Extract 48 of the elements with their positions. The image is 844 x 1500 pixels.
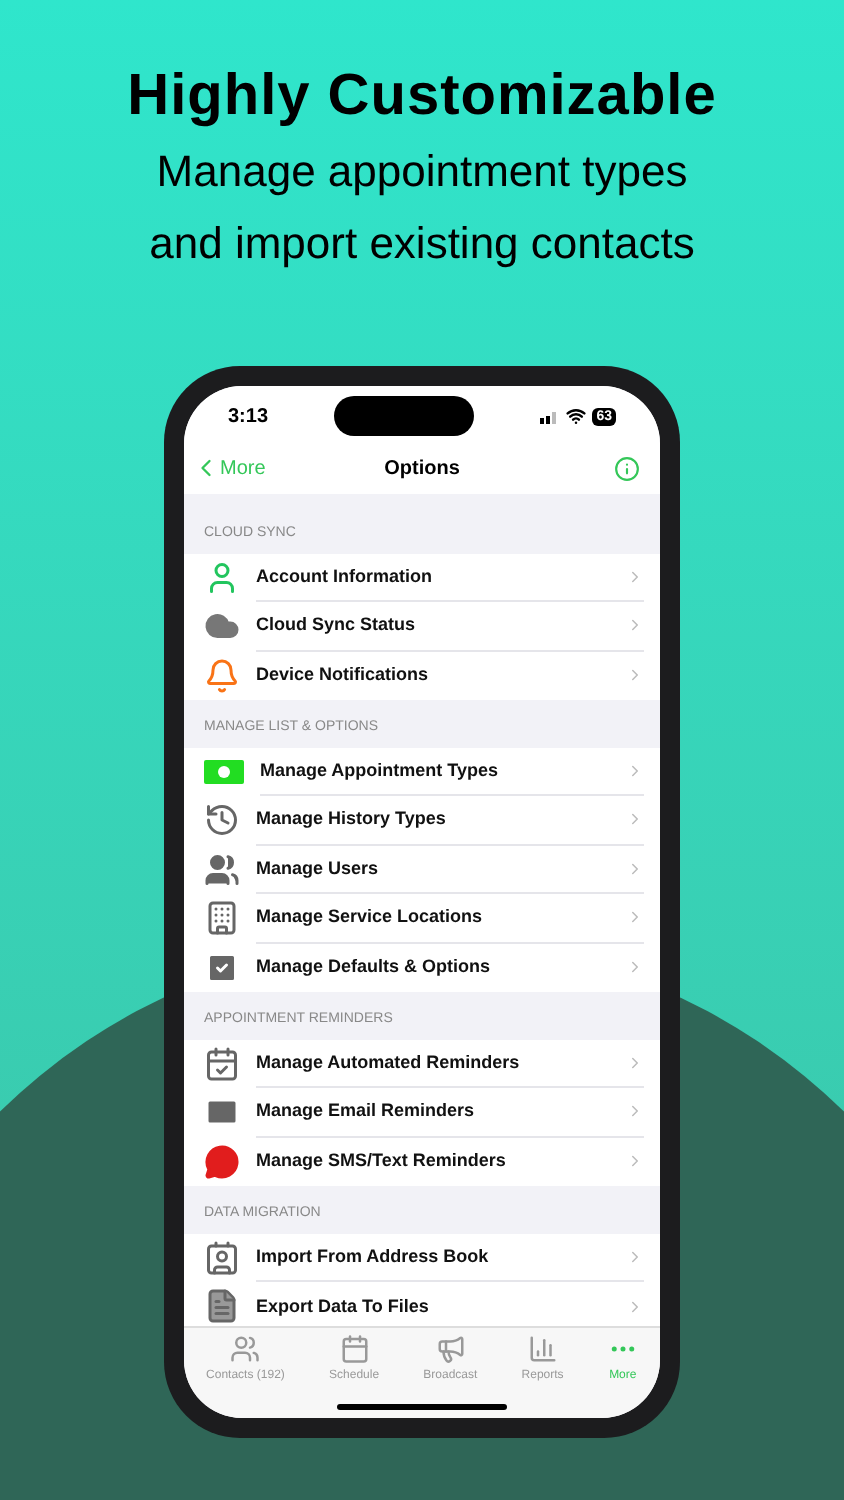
list-item[interactable]: Export Data To Files [184,1282,660,1326]
headline-subtitle: Manage appointment types and import existing contacts [147,144,697,272]
wifi-icon [566,406,587,426]
info-icon[interactable] [614,455,640,481]
contacts-icon [230,1334,261,1364]
chevron-icon [626,1053,644,1072]
chevron-icon [626,1247,644,1266]
calendar-icon [339,1334,370,1364]
chart-icon [527,1334,558,1364]
list-item[interactable]: Manage Defaults & Options [184,943,660,992]
chevron-icon [626,616,644,635]
calendar-check-icon [204,1045,240,1082]
chevron-icon [626,908,644,927]
building-icon [204,900,240,937]
chevron-icon [626,859,644,878]
history-icon [204,802,240,839]
chevron-icon [626,958,644,977]
chevron-icon [626,1152,644,1171]
status-time: 3:13 [228,403,269,431]
headline-title: Highly Customizable [127,62,717,132]
list-item[interactable]: Manage Service Locations [184,894,660,943]
list-item[interactable]: Manage Users [184,845,660,894]
file-icon [204,1288,240,1325]
list-item[interactable]: Manage Appointment Types [184,747,660,796]
chevron-icon [626,666,644,685]
dynamic-island [334,396,475,436]
list-item[interactable]: Manage Email Reminders [184,1088,660,1137]
sms-icon [204,1143,240,1180]
list-item[interactable]: Cloud Sync Status [184,602,660,651]
list-item[interactable]: Account Information [184,553,660,602]
chevron-icon [626,810,644,829]
bell-icon [204,657,240,694]
list-item[interactable]: Manage History Types [184,796,660,845]
money-icon [204,759,244,784]
list-item[interactable]: Import From Address Book [184,1233,660,1282]
list-item[interactable]: Manage SMS/Text Reminders [184,1137,660,1186]
chevron-icon [626,761,644,780]
signal-icon [540,409,561,423]
nav-title: Options [384,455,460,483]
chevron-icon [626,567,644,586]
users-icon [204,851,240,888]
megaphone-icon [435,1334,466,1364]
contact-card-icon [204,1239,240,1276]
user-icon [204,559,240,596]
chevron-icon [626,1297,644,1316]
list-item[interactable]: Device Notifications [184,651,660,700]
list-item[interactable]: Manage Automated Reminders [184,1039,660,1088]
chevron-icon [626,1102,644,1121]
